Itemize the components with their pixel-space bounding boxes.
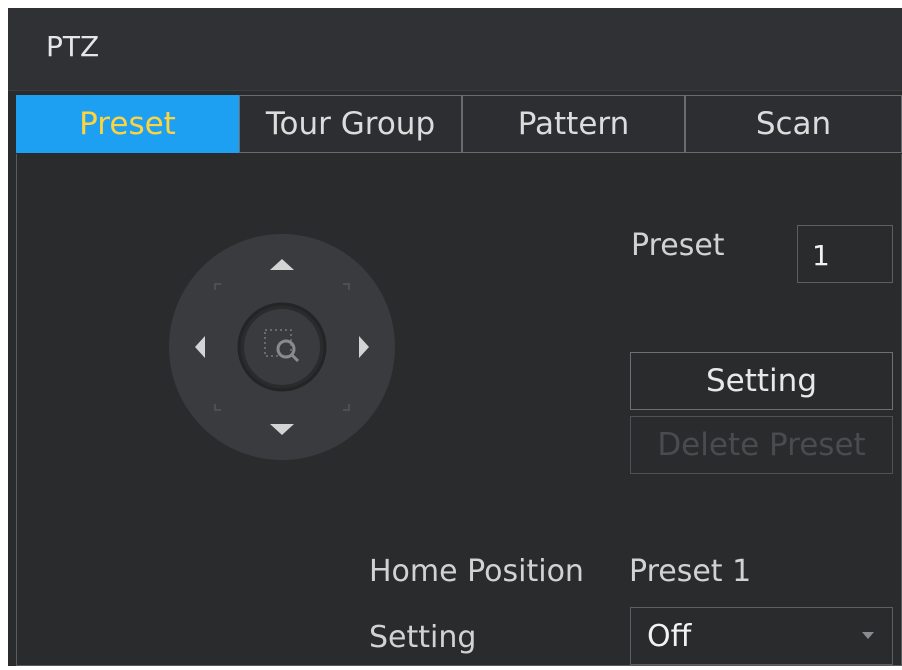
home-setting-selected-value: Off — [647, 619, 692, 654]
title-bar: PTZ — [8, 8, 902, 91]
delete-preset-button: Delete Preset — [630, 416, 893, 474]
window-title: PTZ — [46, 30, 100, 63]
preset-number-input[interactable]: 1 — [797, 225, 893, 283]
setting-button[interactable]: Setting — [630, 352, 893, 410]
preset-content: Preset 1 Setting Delete Preset Home Posi… — [16, 154, 902, 666]
ptz-direction-pad[interactable] — [167, 232, 397, 462]
dpad-center — [244, 309, 320, 385]
tab-scan[interactable]: Scan — [685, 95, 902, 153]
tab-pattern[interactable]: Pattern — [462, 95, 685, 153]
home-position-value: Preset 1 — [629, 554, 752, 589]
tab-bar: Preset Tour Group Pattern Scan — [16, 95, 902, 155]
tab-preset[interactable]: Preset — [16, 95, 239, 153]
dropdown-caret-icon — [862, 632, 874, 639]
home-setting-label: Setting — [369, 620, 477, 655]
home-position-label: Home Position — [369, 554, 584, 589]
tab-tour-group[interactable]: Tour Group — [239, 95, 462, 153]
home-setting-select[interactable]: Off — [630, 607, 893, 665]
ptz-panel: PTZ Preset Tour Group Pattern Scan Prese… — [8, 8, 902, 666]
